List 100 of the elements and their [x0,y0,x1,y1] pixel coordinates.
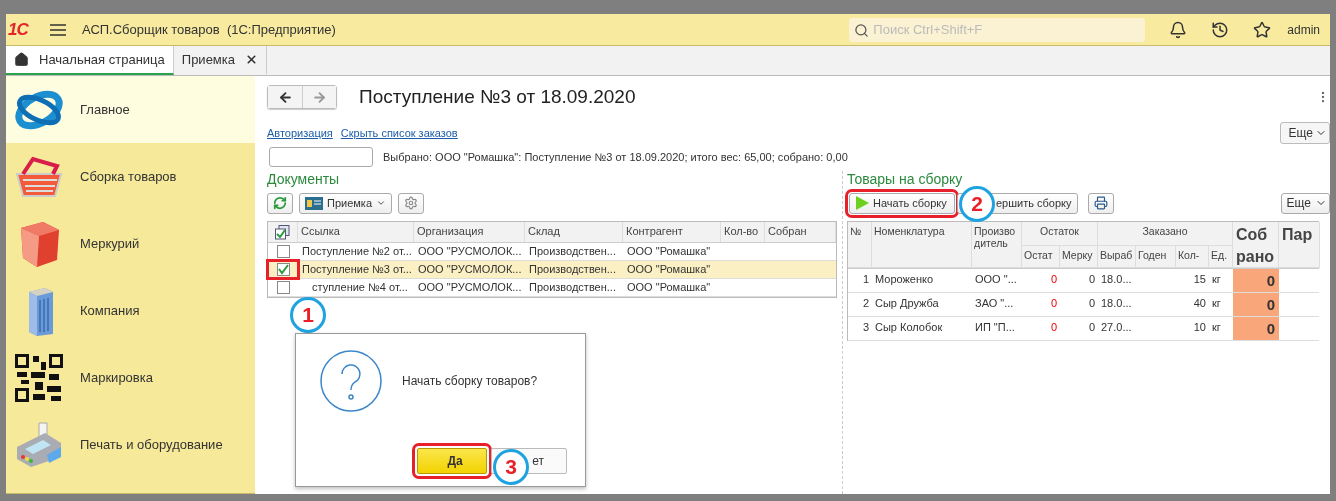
refresh-button[interactable] [267,192,293,214]
table-cell-text: ООО "Ромашка" [626,262,712,277]
table-cell-text: Производствен... [528,280,617,295]
sidebar-item[interactable]: Маркировка [6,344,255,411]
table-cell-text: ступление №4 от... [311,280,409,295]
dialog-message: Начать сборку товаров? [402,374,538,388]
input-field[interactable] [269,147,373,167]
document-card-icon [305,196,323,210]
column-group-header: Заказано [1098,222,1233,246]
question-icon [320,350,382,412]
table-cell-text: ООО "... [974,272,1018,287]
column-header[interactable]: Ссылка [298,222,414,242]
more-button[interactable]: Еще [1280,192,1330,214]
column-header[interactable]: Собран [765,222,836,242]
close-icon[interactable] [245,53,258,66]
link[interactable]: Авторизация [267,127,333,139]
table-cell-text: 3 [861,320,870,335]
user-name[interactable]: admin [1287,22,1320,37]
table-cell: 0 [1233,269,1279,292]
table-cell-text: 0 [1087,272,1096,287]
table-cell-text: ИП "П... [974,320,1016,335]
column-header[interactable]: Склад [525,222,623,242]
table-cell-text: 0 [1087,320,1096,335]
table-cell-text: 0 [1049,272,1058,287]
table-cell-text: 15 [1192,272,1207,287]
app-logo: 1С [8,19,30,40]
table-cell-text: Производствен... [528,244,617,259]
column-header: Пар [1279,222,1320,268]
table-cell-text: ООО "РУСМОЛОК... [417,280,523,295]
table-cell-text: ООО "Ромашка" [626,280,712,295]
qr-code-icon [15,353,63,402]
refresh-icon [273,196,287,210]
column-header[interactable]: Организация [414,222,525,242]
menu-icon[interactable] [50,23,66,36]
table-cell-text: 0 [1049,296,1058,311]
sidebar-item[interactable]: Главное [6,76,255,143]
sidebar-item[interactable]: Меркурий [6,210,255,277]
table-cell-text: 40 [1192,296,1207,311]
table-cell-text: ООО "РУСМОЛОК... [417,244,523,259]
history-icon[interactable] [1211,20,1230,39]
column-header: Мерку [1060,246,1098,268]
column-header: Кол- [1176,246,1209,268]
star-icon[interactable] [1253,20,1272,39]
checkbox[interactable] [276,263,290,276]
column-header: № [848,222,872,268]
sidebar-item[interactable]: Сборка товаров [6,143,255,210]
settings-button[interactable] [398,192,425,214]
column-header: Выраб [1098,246,1136,268]
table-cell-text: кг [1211,296,1222,311]
settings-icon [404,196,419,210]
checkbox[interactable] [276,245,290,258]
column-header: Производитель [972,222,1022,268]
column-header: Собрано [1233,222,1279,268]
form-title: Поступление №3 от 18.09.2020 [359,86,636,108]
step-number: 1 [290,297,326,333]
column-header: Остат [1022,246,1060,268]
table-cell-text: кг [1211,320,1222,335]
table-cell-text: 10 [1192,320,1207,335]
back-button[interactable] [268,86,302,108]
table-cell-text: Сыр Дружба [874,296,940,311]
step-number: 2 [959,185,995,222]
table-cell-text: 1 [861,272,870,287]
column-header[interactable]: Контрагент [623,222,721,242]
checkbox[interactable] [276,281,290,294]
search-field[interactable]: Поиск Ctrl+Shift+F [849,17,1146,42]
more-button[interactable]: Еще [1279,122,1330,144]
search-icon [854,22,870,38]
table-cell: 0 [1233,317,1279,340]
play-icon [855,196,869,210]
column-group-header: Остаток [1022,222,1098,246]
link[interactable]: Скрыть список заказов [340,127,458,139]
table-cell-text: 0 [1087,296,1096,311]
table-cell-text: 0 [1049,320,1058,335]
column-header: Номенклатура [872,222,972,268]
printer-icon [1093,196,1108,210]
tab[interactable]: Начальная страница [6,46,174,75]
right-arrow-icon [312,89,327,105]
print-button[interactable] [1087,192,1114,214]
step-number: 3 [493,449,529,485]
table-cell-text: ООО "Ромашка" [626,244,712,259]
selection-summary: Выбрано: ООО "Ромашка": Поступление №3 от 18.09.2020; итого вес: 65,00; собрано: 0,00 [383,151,848,163]
table-cell-text: Мороженко [874,272,935,287]
column-header[interactable]: Кол-во [721,222,765,242]
table-cell-text: Сыр Колобок [874,320,944,335]
table-cell-text: кг [1211,272,1222,287]
column-header: Годен [1136,246,1176,268]
table-cell: 0 [1233,293,1279,316]
document-type-dropdown[interactable]: Приемка [299,192,393,214]
column-header: Ед. [1209,246,1233,268]
table-cell-text: 18.0... [1100,296,1133,311]
home-icon [14,52,29,67]
table-row[interactable]: ступление №4 от... ООО "РУСМОЛОК... Производствен... ООО "Ромашка" [268,279,836,297]
sidebar-item[interactable]: Компания [6,277,255,344]
table-cell-text: 2 [861,296,870,311]
caret-icon [376,198,387,208]
table-cell-text: Поступление №2 от... [301,244,413,259]
bell-icon[interactable] [1169,20,1188,39]
sidebar-item[interactable]: Печать и оборудование [6,411,255,478]
check-all-icon[interactable] [275,224,290,240]
app-title: АСП.Сборщик товаров (1С:Предприятие) [82,22,336,37]
